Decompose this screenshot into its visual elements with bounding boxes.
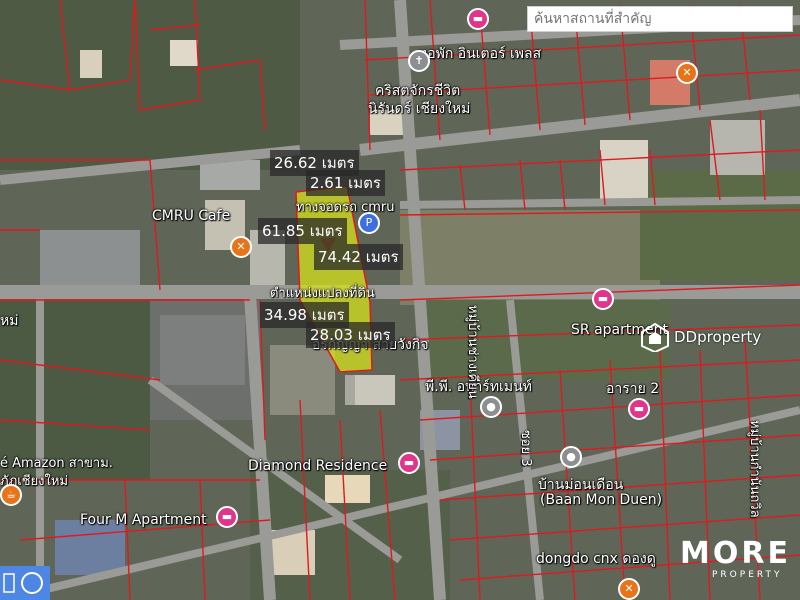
satellite-map[interactable]: หอพัก อินเตอร์ เพลส คริสตจักรชีวิต นิรัน… [0, 0, 800, 600]
place-label-top-place[interactable]: หอพัก อินเตอร์ เพลส [418, 43, 541, 65]
ddproperty-watermark: DDproperty [640, 322, 761, 352]
road-label-side-3: หมู่บ้านกำนันถวิล [747, 420, 762, 518]
measurement-label-6: 28.03 เมตร [306, 322, 395, 348]
place-label-arai[interactable]: อาราย 2 [606, 378, 659, 400]
measurement-label-4: 74.42 เมตร [314, 244, 403, 270]
amazon-pin-icon[interactable]: ☕ [0, 484, 22, 506]
place-label-cmru-cafe[interactable]: CMRU Cafe [152, 208, 230, 224]
road-label-side-2: ซอย 3 [518, 430, 533, 467]
ban-mon-duen-pin-icon[interactable]: ● [560, 446, 582, 468]
four-m-pin-icon[interactable]: ▬ [216, 506, 238, 528]
more-watermark: MORE [680, 536, 791, 571]
place-label-four-m-apartment[interactable]: Four M Apartment [80, 512, 207, 528]
place-label-ban-mon-duen-en[interactable]: (Baan Mon Duen) [540, 492, 662, 508]
parking-pin-icon[interactable]: P [358, 212, 380, 234]
place-label-plot[interactable]: ตำแหน่งแปลงที่ดิน [270, 282, 375, 303]
place-label-left-edge[interactable]: หม่ [0, 310, 18, 332]
measurement-label-2: 2.61 เมตร [306, 170, 385, 196]
more-watermark-sub: PROPERTY [712, 570, 783, 580]
sr-apartment-pin-icon[interactable]: ▬ [592, 288, 614, 310]
road-label-side-1: หมู่บ้านช่างเคียน [465, 305, 480, 399]
map-tools-button[interactable] [0, 566, 50, 600]
place-label-church-line2[interactable]: นิรันดร์ เชียงใหม่ [368, 98, 470, 120]
place-label-diamond-residence[interactable]: Diamond Residence [248, 458, 387, 474]
hotel-pin-icon[interactable]: ▬ [467, 8, 489, 30]
place-label-cmru-parking[interactable]: ทางจอดรถ cmru [296, 196, 394, 217]
church-pin-icon[interactable]: ✝ [408, 50, 430, 72]
ddproperty-logo-icon [641, 322, 669, 352]
place-label-dongdo[interactable]: dongdo cnx ดองดู [536, 548, 656, 570]
pp-apartment-pin-icon[interactable]: ● [480, 396, 502, 418]
dongdo-pin-icon[interactable]: ✕ [618, 578, 640, 600]
food-pin-icon[interactable]: ✕ [676, 62, 698, 84]
ddproperty-text: DDproperty [674, 328, 762, 346]
place-search-input[interactable] [527, 6, 793, 32]
location-circle-icon [3, 572, 43, 594]
arai-pin-icon[interactable]: ▬ [628, 398, 650, 420]
cafe-pin-icon[interactable]: ✕ [230, 236, 252, 258]
measurement-label-3: 61.85 เมตร [258, 218, 347, 244]
diamond-pin-icon[interactable]: ▬ [398, 452, 420, 474]
